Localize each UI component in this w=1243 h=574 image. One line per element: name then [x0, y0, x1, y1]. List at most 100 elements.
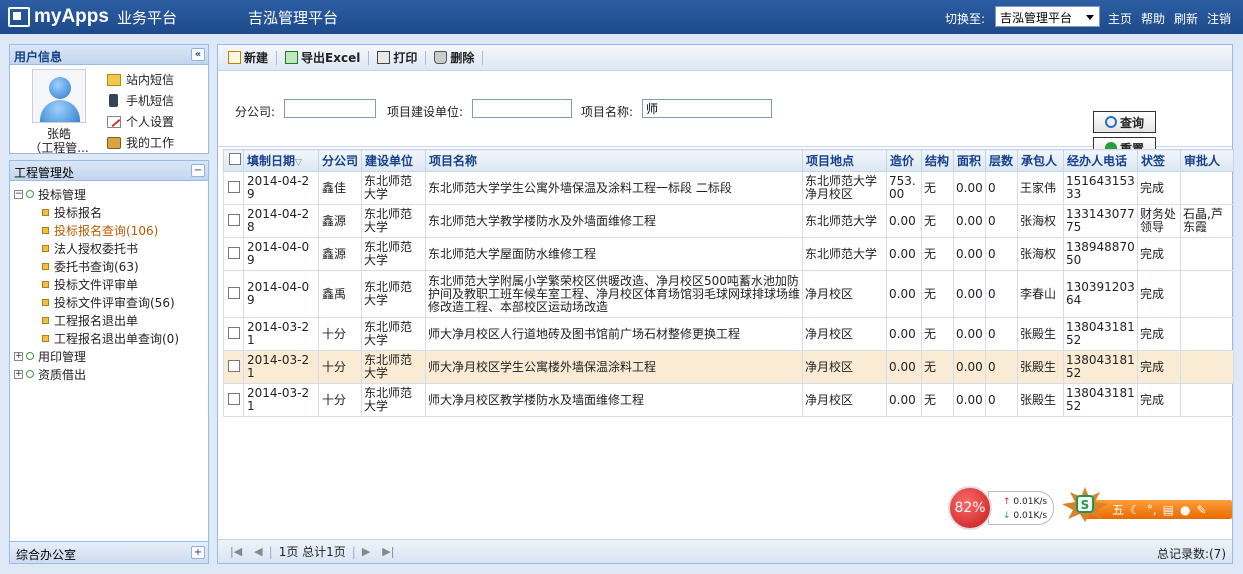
plus-icon[interactable]: + [14, 369, 23, 379]
cell-contractor: 张殿生 [1017, 350, 1064, 384]
row-select-cell[interactable] [223, 270, 244, 318]
branch-input[interactable] [284, 99, 376, 118]
col-handler-phone[interactable]: 经办人电话 [1063, 149, 1138, 172]
row-select-cell[interactable] [223, 383, 244, 417]
col-area[interactable]: 面积 [953, 149, 986, 172]
col-project-name[interactable]: 项目名称 [425, 149, 803, 172]
last-page-icon[interactable]: ▶| [382, 545, 394, 558]
row-select-cell[interactable] [223, 350, 244, 384]
upload-speed: 0.01K/s [1013, 497, 1048, 507]
cell-project-name: 师大净月校区学生公寓楼外墙保温涂料工程 [425, 350, 803, 384]
table-row[interactable]: 2014-03-21 十分 东北师范大学 师大净月校区学生公寓楼外墙保温涂料工程 净月校… [223, 350, 1234, 384]
personal-settings-link[interactable]: 个人设置 [107, 111, 174, 132]
tree-item-bid-review-query[interactable]: 投标文件评审查询(56) [14, 293, 208, 311]
row-select-cell[interactable] [223, 171, 244, 205]
table-row[interactable]: 2014-03-21 十分 东北师范大学 师大净月校区教学楼防水及墙面维修工程 净月校区… [223, 383, 1234, 417]
cell-project-name: 东北师范大学学生公寓外墙保温及涂料工程一标段 二标段 [425, 171, 803, 205]
phone-icon [109, 94, 118, 107]
toolbar-divider [368, 50, 370, 65]
tree-item-bid-review[interactable]: 投标文件评审单 [14, 275, 208, 293]
new-button[interactable]: 新建 [228, 49, 268, 66]
row-checkbox[interactable] [228, 213, 240, 226]
tree-item-withdraw-query[interactable]: 工程报名退出单查询(0) [14, 329, 208, 347]
tree-node-bidding[interactable]: − 投标管理 [14, 185, 208, 203]
tree-node-seal[interactable]: + 用印管理 [14, 347, 208, 365]
row-checkbox[interactable] [228, 359, 240, 372]
col-project-location[interactable]: 项目地点 [802, 149, 887, 172]
keyboard-icon[interactable]: ▤ [1163, 503, 1174, 517]
toolbar-divider [482, 50, 484, 65]
cell-branch: 十分 [318, 350, 362, 384]
refresh-link[interactable]: 刷新 [1174, 10, 1198, 27]
table-row[interactable]: 2014-04-09 鑫源 东北师范大学 东北师范大学屋面防水维修工程 东北师范大学 0.… [223, 237, 1234, 271]
row-checkbox[interactable] [228, 246, 240, 259]
select-all-cell[interactable] [223, 149, 244, 172]
row-select-cell[interactable] [223, 237, 244, 271]
cell-area: 0.00 [953, 171, 986, 205]
internal-message-link[interactable]: 站内短信 [107, 69, 174, 90]
home-link[interactable]: 主页 [1108, 10, 1132, 27]
row-checkbox[interactable] [228, 392, 240, 405]
tree-item-attorney-query[interactable]: 委托书查询(63) [14, 257, 208, 275]
punctuation-icon[interactable]: °, [1147, 503, 1157, 517]
sms-link[interactable]: 手机短信 [107, 90, 174, 111]
col-floors[interactable]: 层数 [985, 149, 1018, 172]
row-select-cell[interactable] [223, 317, 244, 351]
table-row[interactable]: 2014-03-21 十分 东北师范大学 师大净月校区人行道地砖及图书馆前广场石材整修… [223, 317, 1234, 351]
minus-icon[interactable]: − [14, 189, 23, 199]
tree-item-bid-register[interactable]: 投标报名 [14, 203, 208, 221]
project-name-input[interactable] [642, 99, 772, 118]
col-status[interactable]: 状签 [1137, 149, 1181, 172]
query-button[interactable]: 查询 [1093, 111, 1156, 133]
ime-toolbar[interactable]: 五 ☾ °, ▤ ● ✎ S [1058, 484, 1233, 522]
row-checkbox[interactable] [228, 286, 240, 299]
network-monitor-widget[interactable]: ↑ 0.01K/s ↓ 0.01K/s 82% [948, 486, 1056, 530]
cell-project-location: 东北师范大学 [802, 237, 887, 271]
select-all-checkbox[interactable] [229, 153, 241, 165]
construction-unit-input[interactable] [472, 99, 572, 118]
first-page-icon[interactable]: |◀ [230, 545, 242, 558]
col-approver[interactable]: 审批人 [1180, 149, 1234, 172]
collapse-icon[interactable]: « [191, 48, 205, 61]
tree-node-qualification[interactable]: + 资质借出 [14, 365, 208, 383]
office-section-bar[interactable]: 综合办公室 + [10, 541, 208, 563]
minus-icon[interactable]: − [191, 164, 205, 177]
cell-branch: 鑫禹 [318, 270, 362, 318]
help-link[interactable]: 帮助 [1141, 10, 1165, 27]
col-structure[interactable]: 结构 [921, 149, 954, 172]
user-icon[interactable]: ● [1180, 503, 1190, 517]
document-icon [42, 280, 49, 288]
wrench-icon[interactable]: ✎ [1196, 503, 1206, 517]
print-button[interactable]: 打印 [377, 49, 417, 66]
my-work-link[interactable]: 我的工作 [107, 132, 174, 153]
export-excel-button[interactable]: 导出Excel [285, 49, 360, 66]
col-construction-unit[interactable]: 建设单位 [361, 149, 426, 172]
col-cost[interactable]: 造价 [886, 149, 922, 172]
cell-approver [1180, 270, 1234, 318]
chevron-down-icon [1086, 15, 1094, 20]
table-row[interactable]: 2014-04-09 鑫禹 东北师范大学 东北师范大学附属小学繁荣校区供暖改造、净月校… [223, 270, 1234, 318]
row-select-cell[interactable] [223, 204, 244, 238]
cell-floors: 0 [985, 270, 1018, 318]
col-fill-date[interactable]: 填制日期▽ [243, 149, 319, 172]
tree-item-power-of-attorney[interactable]: 法人授权委托书 [14, 239, 208, 257]
platform-switch-select[interactable]: 吉泓管理平台 [995, 6, 1100, 27]
next-page-icon[interactable]: ▶ [362, 545, 370, 558]
logout-link[interactable]: 注销 [1207, 10, 1231, 27]
plus-icon[interactable]: + [191, 546, 205, 559]
cell-handler-phone: 13804318152 [1063, 350, 1138, 384]
delete-button[interactable]: 删除 [434, 49, 474, 66]
tree-item-withdraw[interactable]: 工程报名退出单 [14, 311, 208, 329]
moon-icon[interactable]: ☾ [1130, 503, 1141, 517]
table-row[interactable]: 2014-04-28 鑫源 东北师范大学 东北师范大学教学楼防水及外墙面维修工程 东北师… [223, 204, 1234, 238]
col-contractor[interactable]: 承包人 [1017, 149, 1064, 172]
document-icon [42, 262, 49, 270]
row-checkbox[interactable] [228, 180, 240, 193]
tree-item-bid-register-query[interactable]: 投标报名查询(106) [14, 221, 208, 239]
table-row[interactable]: 2014-04-29 鑫佳 东北师范大学 东北师范大学学生公寓外墙保温及涂料工程一标段… [223, 171, 1234, 205]
prev-page-icon[interactable]: ◀ [254, 545, 262, 558]
row-checkbox[interactable] [228, 326, 240, 339]
col-branch[interactable]: 分公司 [318, 149, 362, 172]
export-button-label: 导出Excel [301, 51, 361, 65]
plus-icon[interactable]: + [14, 351, 23, 361]
